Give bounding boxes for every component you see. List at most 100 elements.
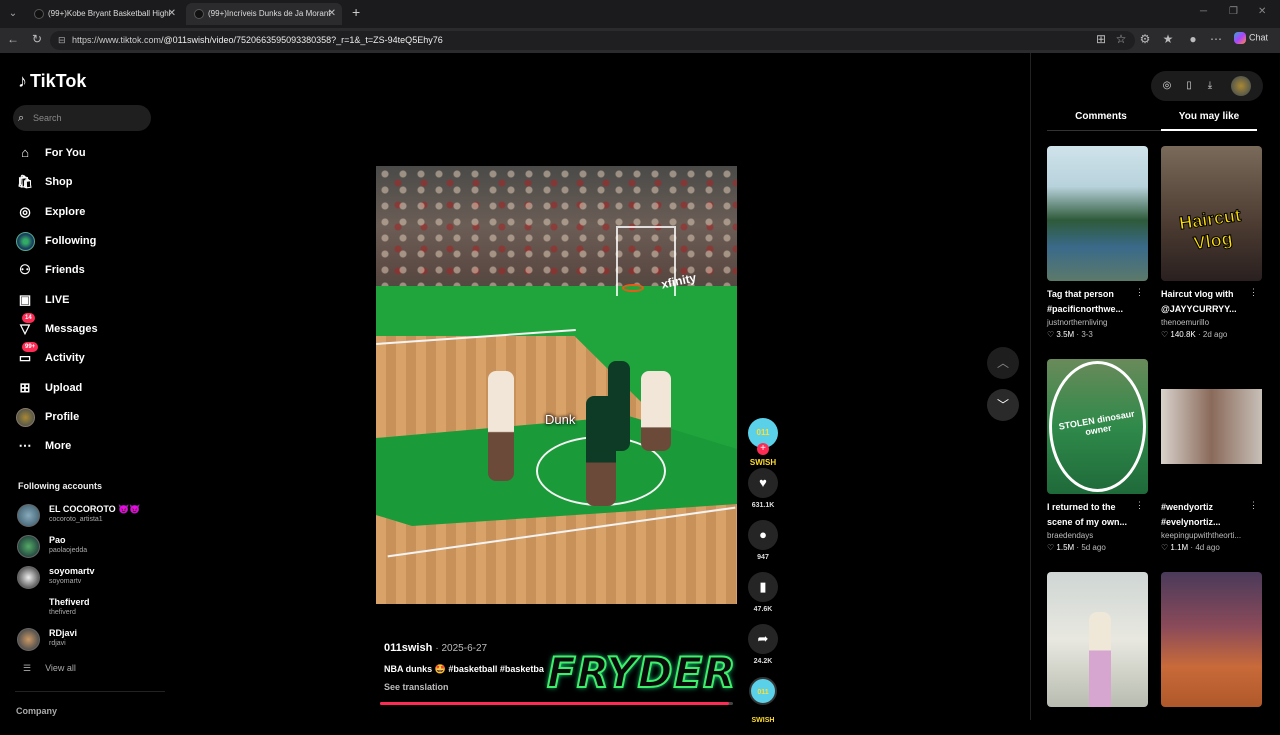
- app-available-icon[interactable]: ⊞: [1093, 32, 1109, 46]
- music-disc[interactable]: 011 SWISH: [749, 677, 777, 724]
- nav-for-you[interactable]: ⌂ For You: [16, 142, 156, 164]
- account-name: RDjavi: [49, 628, 78, 638]
- card-author[interactable]: justnorthernliving: [1047, 318, 1148, 327]
- tiktok-logo[interactable]: ♪ TikTok: [18, 71, 86, 92]
- browser-tab-1[interactable]: (99+)Kobe Bryant Basketball Highl ✕: [26, 3, 182, 25]
- search-input[interactable]: ⌕ Search: [13, 105, 151, 131]
- profile-avatar-icon[interactable]: ●: [1185, 32, 1201, 46]
- close-tab-icon[interactable]: ✕: [168, 3, 176, 25]
- see-translation-link[interactable]: See translation: [384, 682, 449, 692]
- nav-friends[interactable]: ⚇ Friends: [16, 259, 156, 281]
- card-author[interactable]: thenoemurillo: [1161, 318, 1262, 327]
- extensions-icon[interactable]: ⚙: [1137, 32, 1153, 46]
- video-thumbnail[interactable]: Haircut Vlog: [1161, 146, 1262, 281]
- recommended-video-card[interactable]: ⋮ #wendyortiz #evelynortiz... keepingupw…: [1161, 359, 1262, 552]
- share-button[interactable]: ➦ 24.2K: [748, 624, 778, 665]
- tab-you-may-like[interactable]: You may like: [1159, 111, 1259, 122]
- tiktok-note-icon: ♪: [18, 71, 27, 91]
- nav-messages[interactable]: ▽ 14 Messages: [16, 313, 156, 340]
- nav-live[interactable]: ▣ LIVE: [16, 289, 156, 311]
- video-progress-bar[interactable]: [380, 702, 733, 705]
- video-thumbnail[interactable]: [1047, 572, 1148, 707]
- following-account[interactable]: soyomartv soyomartv: [17, 565, 157, 591]
- nav-more[interactable]: ⋯ More: [16, 435, 156, 457]
- avatar: [17, 535, 40, 558]
- following-account[interactable]: Thefiverd thefiverd: [17, 596, 157, 622]
- nav-label: Explore: [45, 206, 86, 218]
- save-button[interactable]: ▮ 47.6K: [748, 572, 778, 613]
- site-info-icon[interactable]: ⊟: [58, 31, 66, 50]
- author-line[interactable]: 011swish · 2025-6-27: [384, 642, 487, 654]
- chevron-up-icon: ︿: [996, 356, 1009, 370]
- nav-following[interactable]: Following: [16, 230, 156, 252]
- card-more-icon[interactable]: ⋮: [1249, 287, 1258, 298]
- card-more-icon[interactable]: ⋮: [1249, 500, 1258, 511]
- recommended-video-card[interactable]: ⋮ Tag that person #pacificnorthwe... jus…: [1047, 146, 1148, 339]
- video-player[interactable]: xfinity Dunk: [376, 166, 737, 604]
- following-account[interactable]: Pao paolaojedda: [17, 534, 157, 560]
- following-account[interactable]: RDjavi rdjavi: [17, 627, 157, 653]
- card-age: 4d ago: [1195, 543, 1220, 552]
- account-handle: soyomartv: [49, 578, 82, 585]
- more-menu-icon[interactable]: ⋯: [1208, 32, 1224, 46]
- account-name: Thefiverd: [49, 597, 90, 607]
- previous-video-button[interactable]: ︿: [987, 347, 1019, 379]
- phone-icon[interactable]: ▯: [1181, 78, 1197, 94]
- follow-plus-icon[interactable]: +: [757, 443, 769, 455]
- close-tab-icon[interactable]: ✕: [328, 3, 336, 25]
- copilot-chat-button[interactable]: Chat: [1234, 32, 1268, 44]
- nav-activity[interactable]: ▭ 99+ Activity: [16, 342, 156, 369]
- recommended-video-card[interactable]: [1161, 572, 1262, 707]
- video-thumbnail[interactable]: [1047, 146, 1148, 281]
- favorite-star-icon[interactable]: ☆: [1113, 32, 1129, 46]
- address-bar[interactable]: ⊟ https://www.tiktok.com/@011swish/video…: [50, 31, 1135, 50]
- share-icon: ➦: [748, 624, 778, 654]
- activity-icon: ▭: [18, 350, 32, 365]
- back-icon[interactable]: ←: [5, 32, 21, 46]
- minimize-icon[interactable]: ─: [1200, 6, 1207, 17]
- card-stats: ♡ 3.5M · 3-3: [1047, 330, 1093, 339]
- tab-list-chevron-icon[interactable]: ⌄: [4, 5, 22, 23]
- recommended-video-card[interactable]: [1047, 572, 1148, 707]
- tiktok-favicon-icon: [194, 9, 204, 19]
- nav-shop[interactable]: 🛍 Shop: [16, 171, 156, 193]
- card-author[interactable]: braedendays: [1047, 531, 1148, 540]
- like-button[interactable]: ♥ 631.1K: [748, 468, 778, 509]
- nav-explore[interactable]: ◎ Explore: [16, 201, 156, 223]
- compass-icon[interactable]: ◎: [1159, 78, 1175, 94]
- card-more-icon[interactable]: ⋮: [1135, 500, 1144, 511]
- next-video-button[interactable]: ﹀: [987, 389, 1019, 421]
- author-name[interactable]: 011swish: [384, 642, 432, 654]
- tab-bar: ⌄ (99+)Kobe Bryant Basketball Highl ✕ (9…: [0, 0, 1280, 28]
- video-description: NBA dunks 🤩 #basketball #basketba: [384, 664, 544, 674]
- comment-icon: ●: [748, 520, 778, 550]
- nav-label: Profile: [45, 411, 80, 423]
- recommended-video-card[interactable]: Haircut Vlog ⋮ Haircut vlog with @JAYYCU…: [1161, 146, 1262, 339]
- view-all-link[interactable]: ☰ View all: [23, 663, 90, 674]
- maximize-icon[interactable]: ❐: [1229, 6, 1238, 17]
- card-author[interactable]: keepingupwiththeorti...: [1161, 531, 1262, 540]
- card-stats: ♡ 1.5M · 5d ago: [1047, 543, 1106, 552]
- new-tab-icon[interactable]: +: [352, 4, 360, 20]
- nav-profile[interactable]: Profile: [16, 406, 156, 428]
- tab-comments[interactable]: Comments: [1051, 111, 1151, 122]
- browser-tab-2[interactable]: (99+)Incríveis Dunks de Ja Morant ✕: [186, 3, 342, 25]
- close-window-icon[interactable]: ✕: [1258, 6, 1266, 17]
- avatar: [17, 628, 40, 651]
- favorites-icon[interactable]: ★: [1160, 32, 1176, 46]
- tiktok-favicon-icon: [34, 9, 44, 19]
- following-account[interactable]: EL COCOROTO 😈😈 cocoroto_artista1: [17, 503, 157, 529]
- download-icon[interactable]: ⤓: [1202, 78, 1218, 94]
- card-more-icon[interactable]: ⋮: [1135, 287, 1144, 298]
- video-thumbnail[interactable]: STOLEN dinosaur owner: [1047, 359, 1148, 494]
- reload-icon[interactable]: ↻: [29, 32, 45, 46]
- company-link[interactable]: Company: [16, 706, 57, 716]
- video-thumbnail[interactable]: [1161, 359, 1262, 494]
- video-thumbnail[interactable]: [1161, 572, 1262, 707]
- recommended-video-card[interactable]: STOLEN dinosaur owner ⋮ I returned to th…: [1047, 359, 1148, 552]
- thumbnail-caption: Haircut Vlog: [1177, 204, 1243, 254]
- comment-button[interactable]: ● 947: [748, 520, 778, 561]
- avatar: [17, 566, 40, 589]
- user-avatar[interactable]: [1231, 76, 1251, 96]
- nav-upload[interactable]: ⊞ Upload: [16, 377, 156, 399]
